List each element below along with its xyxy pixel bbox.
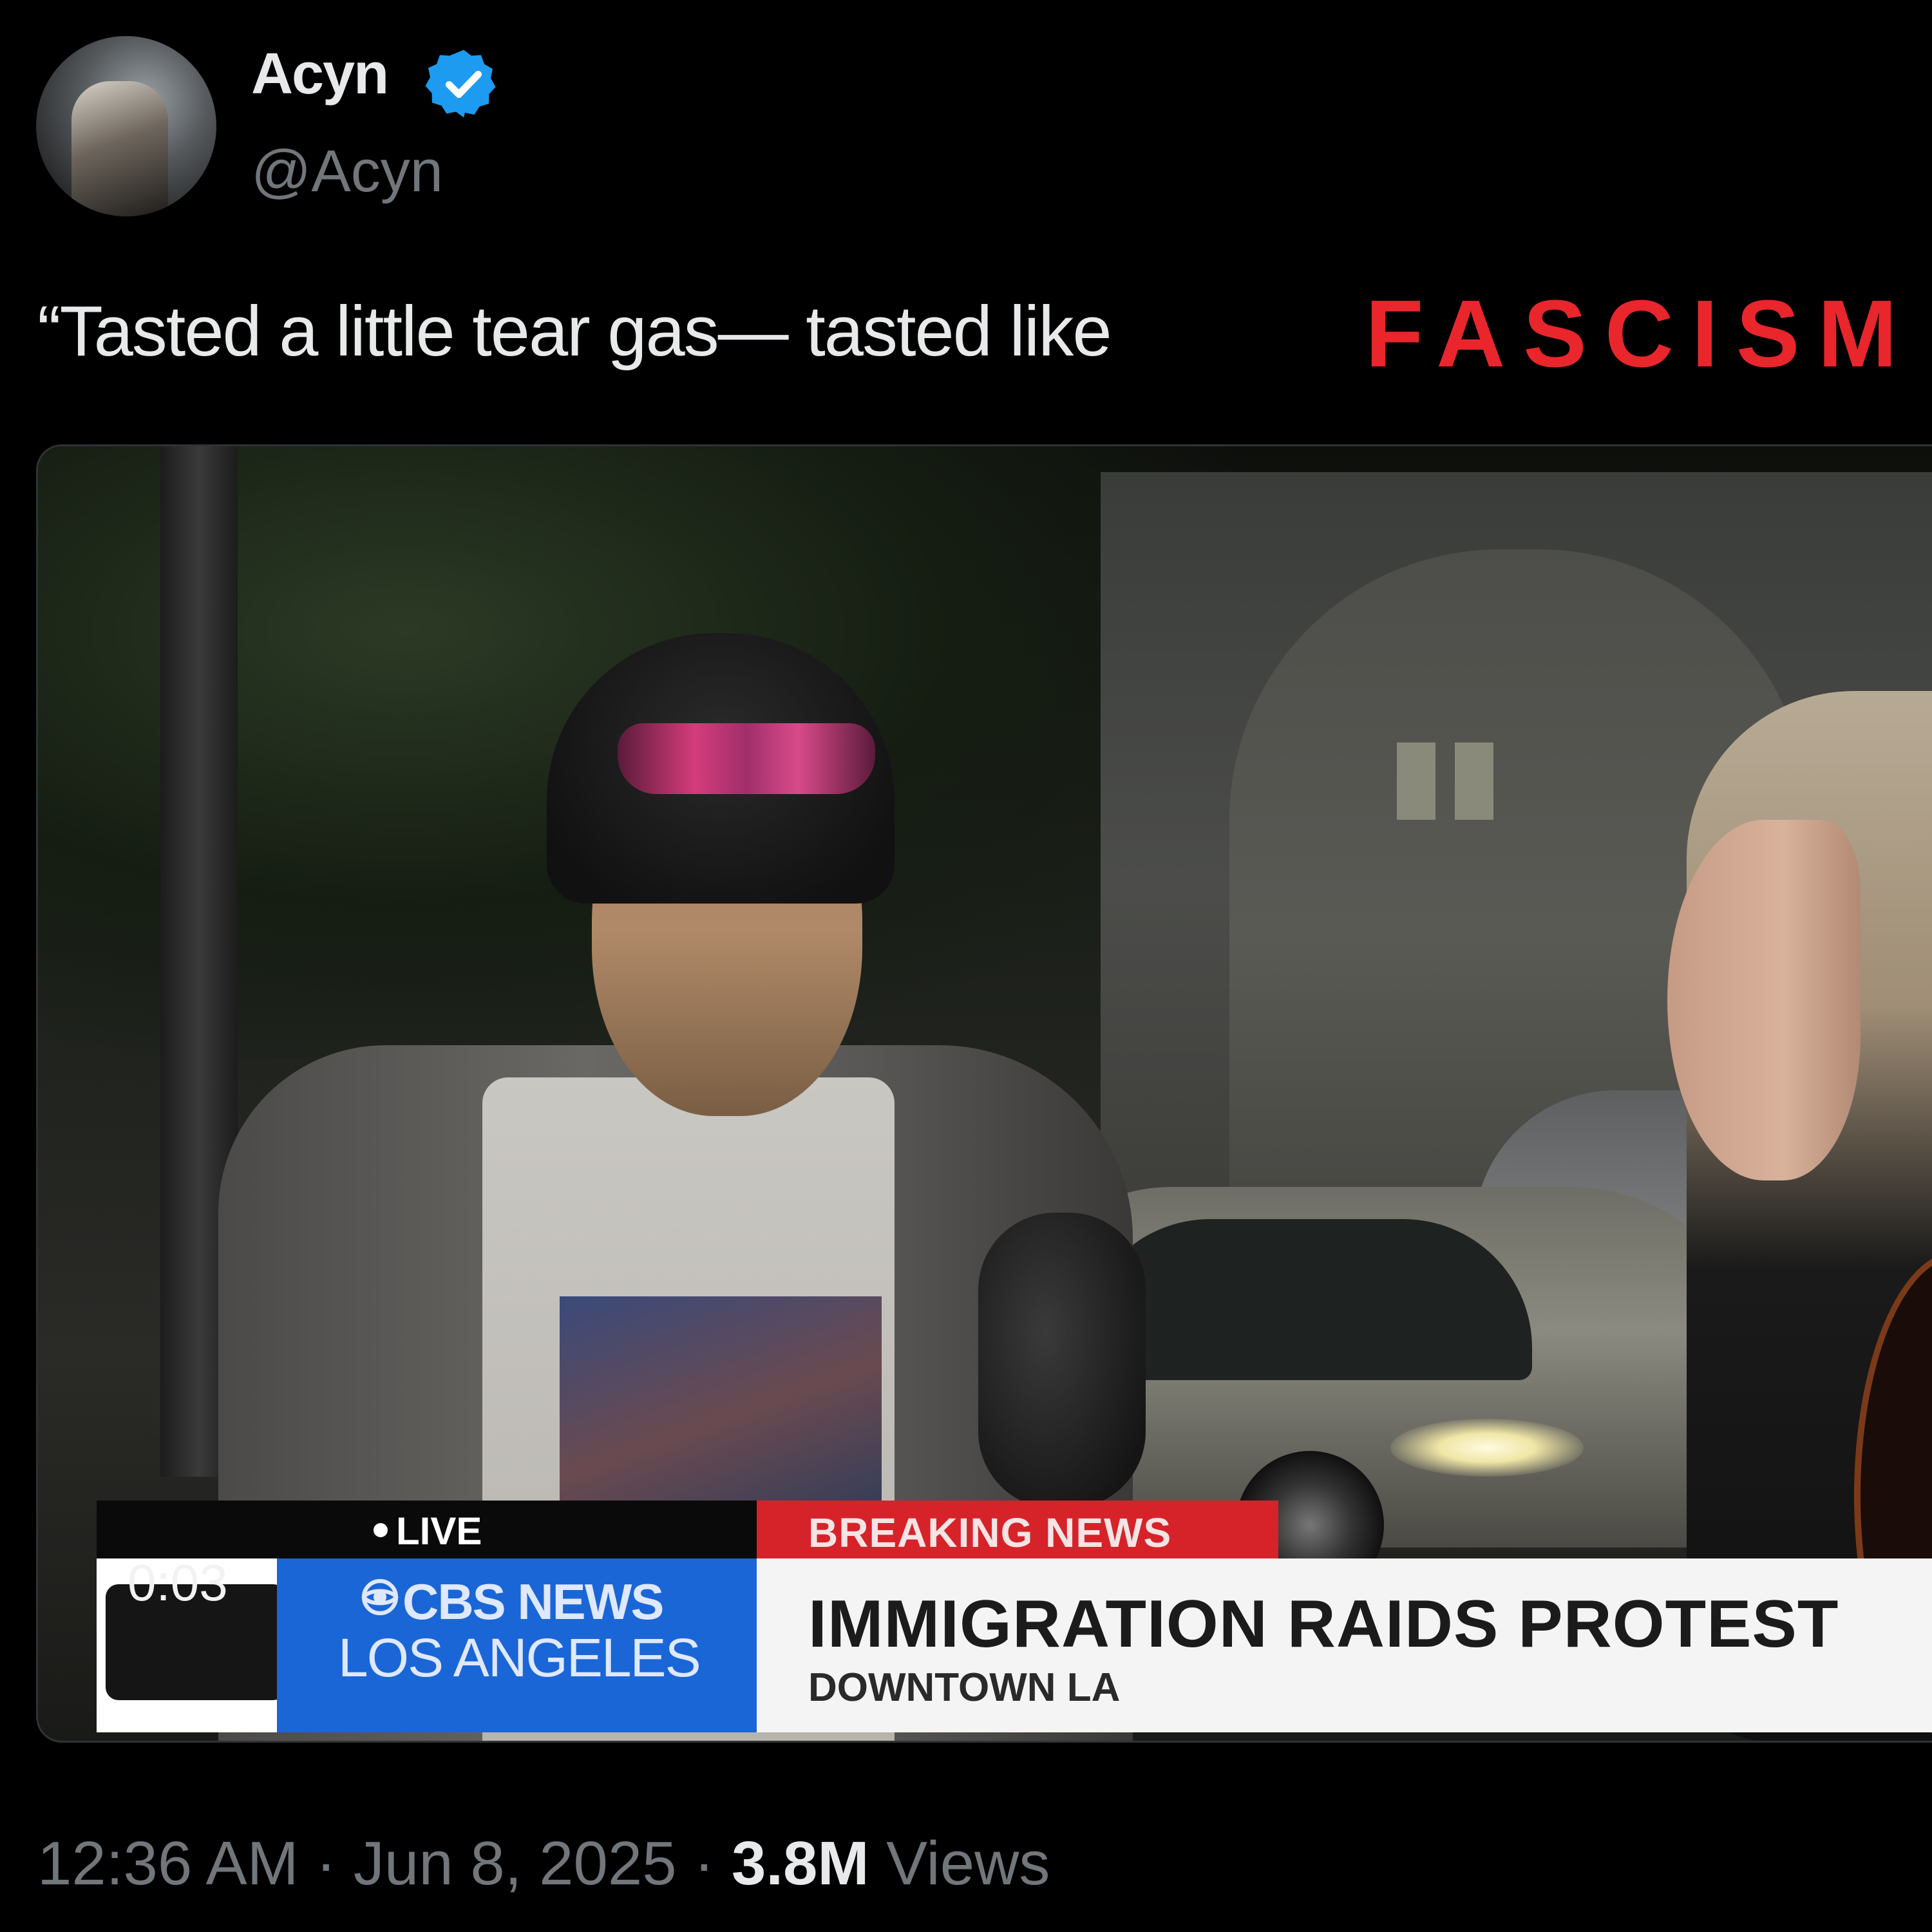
car-headlight	[1390, 1419, 1584, 1477]
live-label: LIVE	[396, 1510, 482, 1553]
news-lower-third: LIVE BREAKING NEWS 0:03 CBS NEWS LOS ANG…	[97, 1501, 1932, 1732]
network-name: CBS NEWS	[402, 1573, 664, 1630]
car-window	[1081, 1219, 1532, 1380]
building-window	[1455, 743, 1493, 820]
author-handle[interactable]: @Acyn	[251, 142, 443, 201]
news-headline: IMMIGRATION RAIDS PROTEST	[808, 1587, 1839, 1662]
reporter-face	[1667, 820, 1861, 1180]
meta-separator: ·	[316, 1829, 337, 1898]
man-sunglasses	[618, 723, 875, 794]
cbs-eye-icon	[361, 1578, 399, 1616]
live-dot-icon	[374, 1523, 388, 1537]
author-avatar[interactable]	[36, 36, 216, 216]
tweet-text: “Tasted a little tear gas— tasted like	[37, 292, 1112, 371]
views-label: Views	[886, 1829, 1050, 1898]
video-timer: 0:03	[128, 1554, 228, 1611]
microphone	[978, 1213, 1146, 1509]
tweet-time[interactable]: 12:36 AM	[37, 1829, 299, 1898]
station-city: LOS ANGELES	[338, 1627, 701, 1688]
verified-badge-icon	[425, 50, 496, 118]
tweet-date[interactable]: Jun 8, 2025	[354, 1829, 677, 1898]
views-count: 3.8M	[731, 1829, 869, 1898]
author-name[interactable]: Acyn	[251, 45, 389, 103]
tweet-emphasis-word: FASCISM	[1365, 281, 1915, 387]
news-subheadline: DOWNTOWN LA	[808, 1665, 1121, 1710]
building-window	[1397, 743, 1435, 820]
avatar-figure	[71, 81, 168, 216]
meta-separator: ·	[694, 1829, 715, 1898]
breaking-news-label: BREAKING NEWS	[808, 1510, 1172, 1556]
tweet-meta: 12:36 AM · Jun 8, 2025 · 3.8M Views	[37, 1833, 1050, 1895]
